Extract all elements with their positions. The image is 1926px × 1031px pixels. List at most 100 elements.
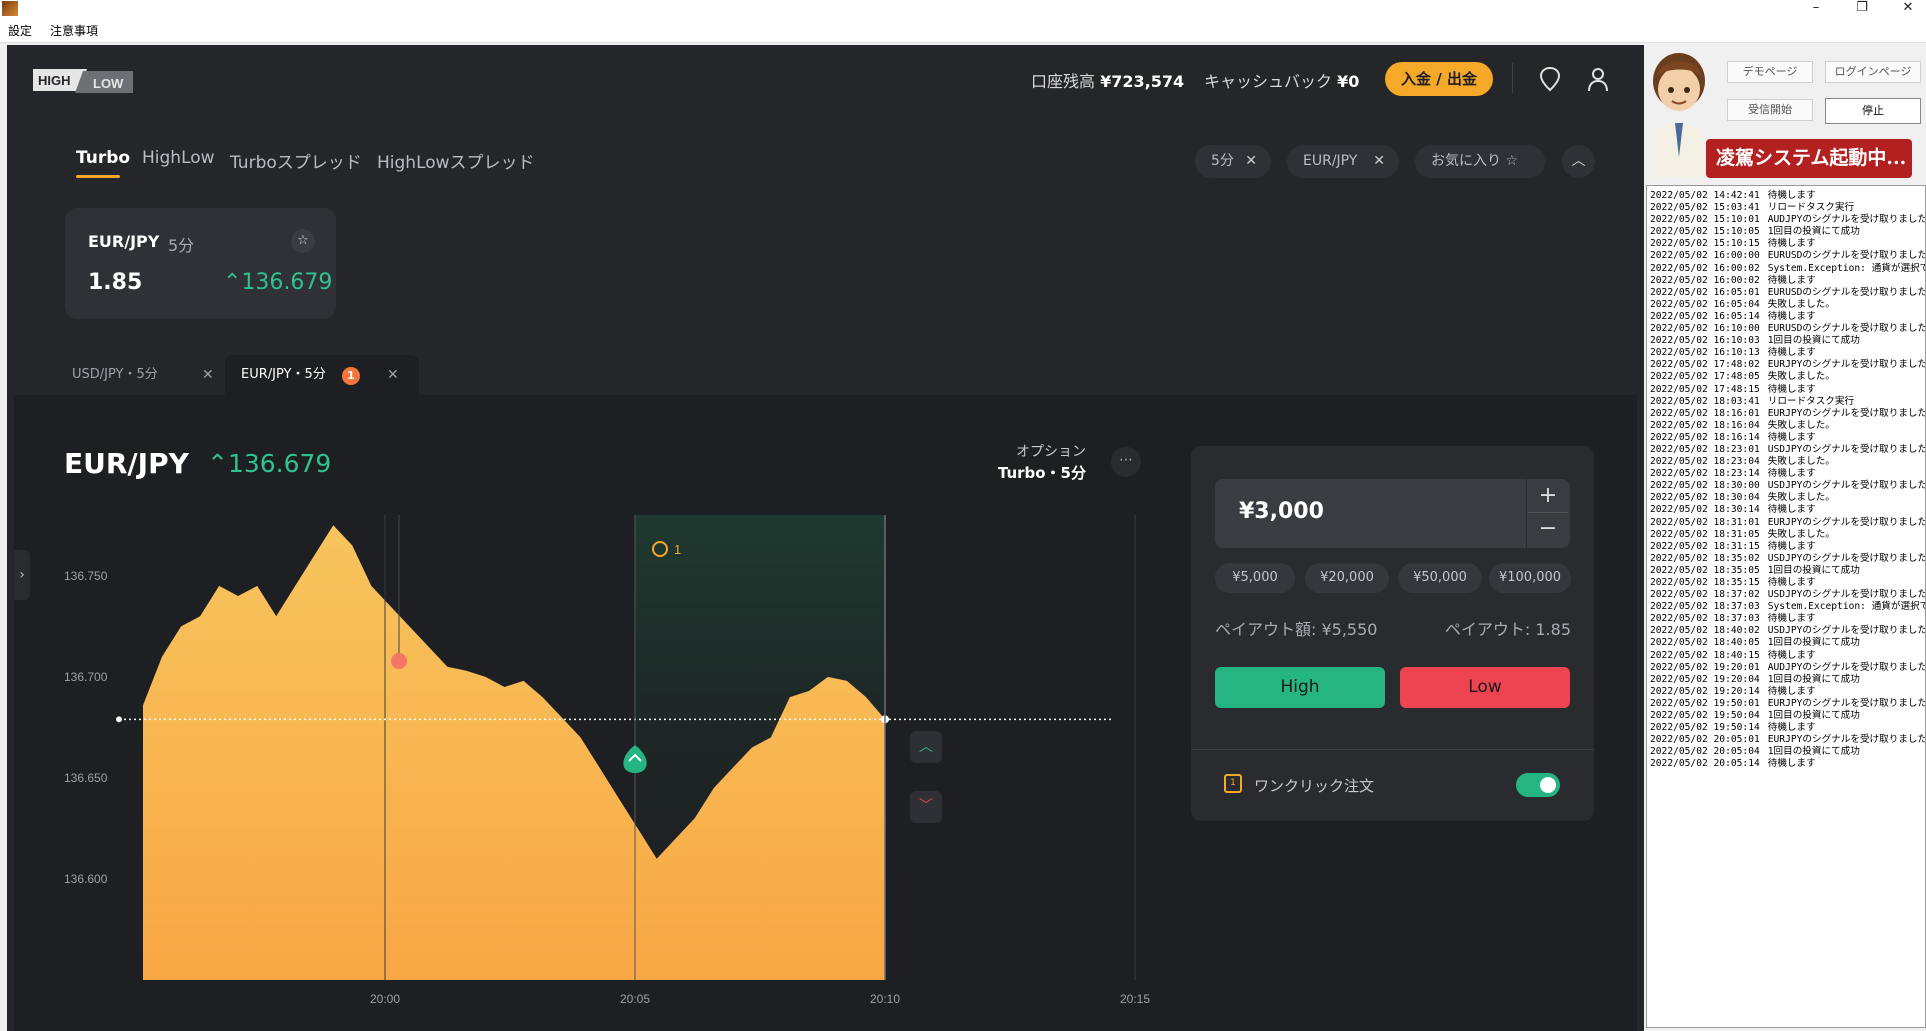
log-message: System.Exception: 通貨が選択できません bbox=[1767, 601, 1925, 613]
x-tick-label: 20:05 bbox=[620, 992, 650, 1006]
fav-duration: 5分 bbox=[168, 236, 195, 255]
log-entry: 2022/05/02 18:30:14 待機します bbox=[1650, 504, 1925, 516]
log-entry: 2022/05/02 18:16:14 待機します bbox=[1650, 432, 1925, 444]
log-timestamp: 2022/05/02 18:40:15 bbox=[1650, 649, 1760, 661]
preset-20000-button[interactable]: ¥20,000 bbox=[1305, 563, 1389, 593]
log-entry: 2022/05/02 18:35:05 1回目の投資にて成功 bbox=[1650, 565, 1925, 577]
tool-panel: デモページ ログインページ 受信開始 停止 凌駕システム起動中... 2022/… bbox=[1644, 45, 1926, 1031]
log-timestamp: 2022/05/02 18:16:14 bbox=[1650, 431, 1760, 443]
log-message: 待機します bbox=[1767, 310, 1816, 322]
close-icon[interactable]: ✕ bbox=[1245, 145, 1257, 178]
price-chart[interactable]: 136.750 136.700 136.650 136.600 20:00 20:05 20… bbox=[14, 395, 1174, 1031]
log-entry: 2022/05/02 16:00:02 待機します bbox=[1650, 275, 1925, 287]
preset-100000-button[interactable]: ¥100,000 bbox=[1489, 563, 1571, 593]
log-timestamp: 2022/05/02 16:00:02 bbox=[1650, 274, 1760, 286]
trade-marker-label: 1 bbox=[674, 542, 681, 557]
chevron-up-icon[interactable]: ︿ bbox=[1562, 145, 1595, 178]
log-message: EURJPYのシグナルを受け取りました bbox=[1767, 407, 1926, 419]
log-message: 待機します bbox=[1767, 468, 1816, 480]
log-timestamp: 2022/05/02 15:10:05 bbox=[1650, 226, 1760, 238]
increase-amount-button[interactable]: + bbox=[1528, 481, 1568, 513]
one-click-label: ワンクリック注文 bbox=[1254, 777, 1375, 795]
low-button[interactable]: Low bbox=[1400, 667, 1570, 708]
log-message: 待機します bbox=[1767, 649, 1816, 661]
log-timestamp: 2022/05/02 18:31:01 bbox=[1650, 516, 1760, 528]
user-icon[interactable] bbox=[1585, 65, 1611, 93]
log-entry: 2022/05/02 18:40:05 1回目の投資にて成功 bbox=[1650, 637, 1925, 649]
header-divider bbox=[1512, 63, 1513, 93]
amount-field[interactable]: ¥3,000 + − bbox=[1215, 479, 1570, 548]
chart-tab-usdjpy[interactable]: USD/JPY・5分 ✕ bbox=[62, 355, 222, 395]
login-page-button[interactable]: ログインページ bbox=[1825, 61, 1921, 83]
close-button[interactable]: ✕ bbox=[1888, 0, 1926, 16]
cashback-value: ¥0 bbox=[1337, 72, 1360, 91]
restore-button[interactable]: ❐ bbox=[1842, 0, 1882, 16]
chart-tab-eurjpy[interactable]: EUR/JPY・5分 ✕ bbox=[225, 355, 419, 395]
log-timestamp: 2022/05/02 16:10:00 bbox=[1650, 323, 1760, 335]
star-icon[interactable]: ☆ bbox=[291, 229, 315, 253]
location-icon[interactable] bbox=[1537, 65, 1563, 93]
log-timestamp: 2022/05/02 15:10:01 bbox=[1650, 214, 1760, 226]
preset-5000-button[interactable]: ¥5,000 bbox=[1215, 563, 1295, 593]
menu-settings[interactable]: 設定 bbox=[6, 22, 34, 39]
stop-button[interactable]: 停止 bbox=[1825, 98, 1921, 124]
log-message: リロードタスク実行 bbox=[1767, 395, 1855, 407]
chevron-down-icon[interactable]: ﹀ bbox=[910, 791, 942, 823]
log-entry: 2022/05/02 18:30:04 失敗しました。 bbox=[1650, 492, 1925, 504]
preset-50000-button[interactable]: ¥50,000 bbox=[1398, 563, 1482, 593]
menu-bar: 設定 注意事項 bbox=[0, 18, 1926, 43]
tab-highlow-spread[interactable]: HighLowスプレッド bbox=[377, 148, 535, 173]
menu-notes[interactable]: 注意事項 bbox=[48, 22, 100, 39]
start-receive-button[interactable]: 受信開始 bbox=[1727, 99, 1813, 121]
log-message: 失敗しました。 bbox=[1767, 528, 1835, 540]
fav-payout: 1.85 bbox=[88, 270, 143, 295]
log-entry: 2022/05/02 18:37:03 System.Exception: 通貨が… bbox=[1650, 601, 1925, 613]
amount-separator bbox=[1526, 479, 1527, 548]
amount-value[interactable]: ¥3,000 bbox=[1239, 499, 1324, 524]
filter-chip-duration[interactable]: 5分 ✕ bbox=[1195, 145, 1271, 178]
filter-chip-pair[interactable]: EUR/JPY ✕ bbox=[1287, 145, 1399, 178]
log-entry: 2022/05/02 18:23:14 待機します bbox=[1650, 468, 1925, 480]
filter-chip-favorites[interactable]: お気に入り ☆ bbox=[1415, 145, 1545, 178]
log-entry: 2022/05/02 18:31:15 待機します bbox=[1650, 541, 1925, 553]
log-entry: 2022/05/02 15:03:41 リロードタスク実行 bbox=[1650, 202, 1925, 214]
log-message: 待機します bbox=[1767, 190, 1816, 201]
log-list[interactable]: 2022/05/02 14:42:41 待機します 2022/05/02 15:03… bbox=[1646, 185, 1926, 1028]
demo-page-button[interactable]: デモページ bbox=[1727, 61, 1813, 83]
favorite-card[interactable]: EUR/JPY 5分 ☆ 1.85 ⌃136.679 bbox=[65, 208, 336, 319]
log-message: 待機します bbox=[1767, 431, 1816, 443]
log-message: EURJPYのシグナルを受け取りました bbox=[1767, 516, 1926, 528]
status-banner: 凌駕システム起動中... bbox=[1706, 139, 1912, 178]
highlow-logo[interactable]: HIGH LOW bbox=[31, 65, 135, 95]
log-message: System.Exception: 通貨が選択できません bbox=[1767, 262, 1925, 274]
minimize-button[interactable]: – bbox=[1796, 0, 1836, 16]
log-timestamp: 2022/05/02 19:20:14 bbox=[1650, 685, 1760, 697]
log-message: EURUSDのシグナルを受け取りました bbox=[1767, 286, 1926, 298]
log-timestamp: 2022/05/02 18:35:05 bbox=[1650, 564, 1760, 576]
log-message: EURJPYのシグナルを受け取りました bbox=[1767, 359, 1926, 371]
log-entry: 2022/05/02 16:10:00 EURUSDのシグナルを受け取りました bbox=[1650, 323, 1925, 335]
log-timestamp: 2022/05/02 20:05:04 bbox=[1650, 746, 1760, 758]
close-icon[interactable]: ✕ bbox=[387, 355, 399, 395]
decrease-amount-button[interactable]: − bbox=[1528, 514, 1568, 546]
svg-text:LOW: LOW bbox=[93, 76, 124, 91]
log-entry: 2022/05/02 18:23:04 失敗しました。 bbox=[1650, 456, 1925, 468]
deposit-withdraw-button[interactable]: 入金 / 出金 bbox=[1385, 62, 1493, 96]
log-timestamp: 2022/05/02 15:03:41 bbox=[1650, 202, 1760, 214]
close-icon[interactable]: ✕ bbox=[1373, 145, 1385, 178]
tab-highlow[interactable]: HighLow bbox=[142, 148, 215, 168]
high-button[interactable]: High bbox=[1215, 667, 1385, 708]
close-icon[interactable]: ✕ bbox=[202, 355, 214, 395]
log-timestamp: 2022/05/02 19:20:04 bbox=[1650, 673, 1760, 685]
log-message: EURJPYのシグナルを受け取りました bbox=[1767, 734, 1926, 746]
log-message: USDJPYのシグナルを受け取りました bbox=[1767, 552, 1926, 564]
log-timestamp: 2022/05/02 16:00:00 bbox=[1650, 250, 1760, 262]
tab-turbo-spread[interactable]: Turboスプレッド bbox=[230, 148, 362, 173]
tab-turbo[interactable]: Turbo bbox=[76, 148, 130, 168]
fav-price: ⌃136.679 bbox=[223, 270, 333, 295]
one-click-toggle[interactable] bbox=[1516, 773, 1560, 797]
log-timestamp: 2022/05/02 18:23:01 bbox=[1650, 443, 1760, 455]
fav-pair: EUR/JPY bbox=[88, 232, 160, 251]
chevron-up-icon[interactable]: ︿ bbox=[910, 731, 942, 763]
log-timestamp: 2022/05/02 19:50:01 bbox=[1650, 697, 1760, 709]
